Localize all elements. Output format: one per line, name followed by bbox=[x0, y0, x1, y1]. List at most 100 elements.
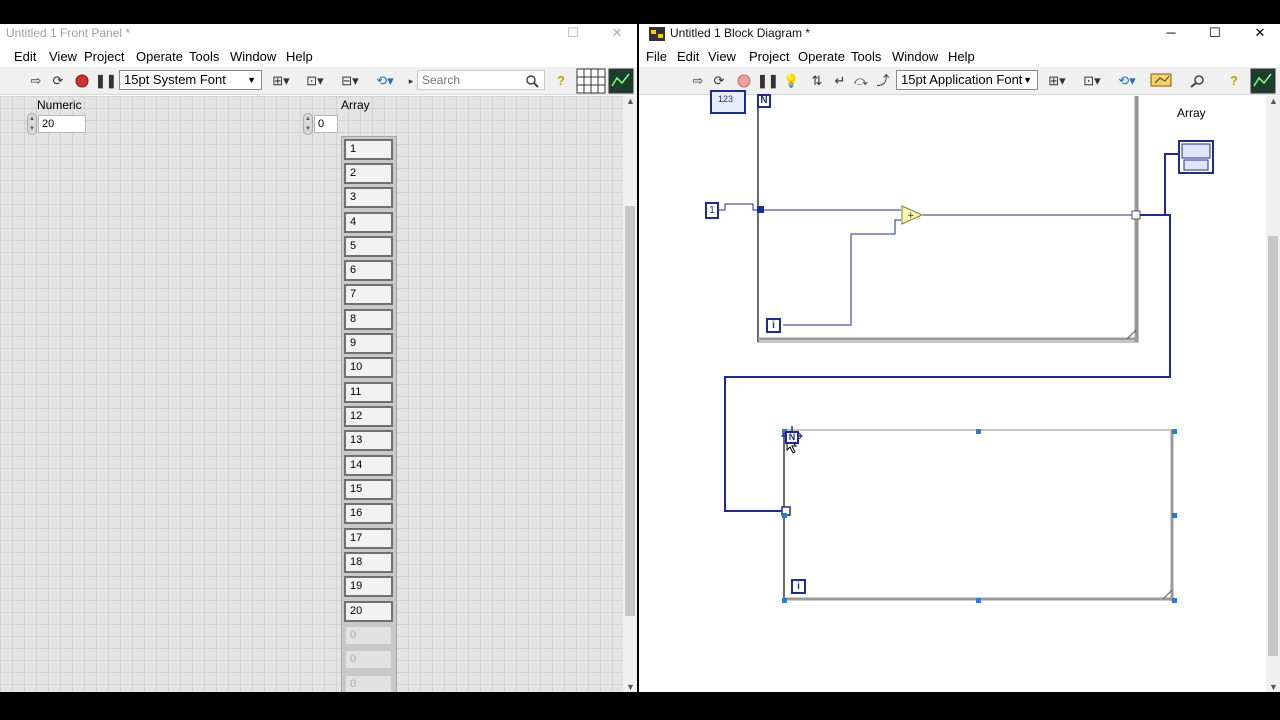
iteration-terminal[interactable]: i bbox=[766, 318, 781, 333]
array-element[interactable]: 14 bbox=[344, 455, 393, 476]
menu-edit[interactable]: Edit bbox=[14, 49, 36, 64]
numeric-increment-icon[interactable]: ▲ ▼ bbox=[27, 113, 37, 135]
scroll-down-icon[interactable]: ▼ bbox=[1269, 682, 1278, 692]
scroll-thumb[interactable] bbox=[625, 206, 635, 616]
abort-icon[interactable] bbox=[73, 72, 91, 90]
array-element[interactable]: 12 bbox=[344, 406, 393, 427]
reorder-icon[interactable]: ⟲▾ bbox=[372, 72, 398, 90]
distribute-objects-icon[interactable]: ⊡▾ bbox=[302, 72, 328, 90]
array-element-empty[interactable]: 0 bbox=[344, 649, 393, 670]
menu-help[interactable]: Help bbox=[286, 49, 313, 64]
iteration-terminal[interactable]: i bbox=[791, 579, 806, 594]
array-label: Array bbox=[341, 98, 370, 112]
clean-up-diagram-icon[interactable] bbox=[1149, 72, 1173, 90]
vi-icon[interactable] bbox=[1249, 68, 1277, 94]
array-element[interactable]: 4 bbox=[344, 212, 393, 233]
close-button[interactable]: ✕ bbox=[594, 24, 637, 44]
menu-operate[interactable]: Operate bbox=[136, 49, 183, 64]
array-element[interactable]: 13 bbox=[344, 430, 393, 451]
array-element[interactable]: 8 bbox=[344, 309, 393, 330]
array-indicator-icon[interactable] bbox=[1178, 140, 1214, 174]
array-index-display[interactable]: 0 bbox=[314, 115, 338, 133]
array-element[interactable]: 17 bbox=[344, 528, 393, 549]
distribute-objects-icon[interactable]: ⊡▾ bbox=[1079, 72, 1105, 90]
loop-count-terminal[interactable]: N bbox=[785, 431, 799, 444]
array-element[interactable]: 5 bbox=[344, 236, 393, 257]
scroll-up-icon[interactable]: ▲ bbox=[1269, 96, 1278, 106]
search-placeholder: Search bbox=[422, 73, 461, 87]
menu-operate[interactable]: Operate bbox=[798, 49, 845, 64]
array-element[interactable]: 15 bbox=[344, 479, 393, 500]
block-diagram-window: Untitled 1 Block Diagram * ─ ☐ ✕ File Ed… bbox=[639, 24, 1280, 692]
loop-count-terminal[interactable]: N bbox=[757, 94, 771, 108]
magnifier-icon[interactable] bbox=[1187, 72, 1209, 90]
run-arrow-icon[interactable]: ⇨ bbox=[690, 72, 706, 90]
minimize-button[interactable]: ─ bbox=[1148, 24, 1194, 44]
menu-window[interactable]: Window bbox=[892, 49, 938, 64]
toolbar-overflow-icon[interactable]: ▸ bbox=[406, 72, 416, 90]
close-button[interactable]: ✕ bbox=[1237, 24, 1280, 44]
step-into-icon[interactable]: ↵ bbox=[831, 72, 849, 90]
array-element[interactable]: 2 bbox=[344, 163, 393, 184]
array-element[interactable]: 1 bbox=[344, 139, 393, 160]
array-element[interactable]: 10 bbox=[344, 357, 393, 378]
menu-view[interactable]: View bbox=[49, 49, 77, 64]
array-element[interactable]: 16 bbox=[344, 503, 393, 524]
maximize-button[interactable]: ☐ bbox=[550, 24, 596, 44]
reorder-icon[interactable]: ⟲▾ bbox=[1114, 72, 1140, 90]
array-element[interactable]: 19 bbox=[344, 576, 393, 597]
array-element[interactable]: 9 bbox=[344, 333, 393, 354]
run-continuously-icon[interactable]: ⟳ bbox=[49, 72, 67, 90]
array-element[interactable]: 18 bbox=[344, 552, 393, 573]
array-element-empty[interactable]: 0 bbox=[344, 625, 393, 646]
connector-pane-icon[interactable] bbox=[575, 68, 607, 94]
menu-project[interactable]: Project bbox=[749, 49, 789, 64]
pause-icon[interactable]: ❚❚ bbox=[95, 72, 117, 90]
numeric-control[interactable]: 20 bbox=[38, 115, 86, 133]
block-diagram-vertical-scrollbar[interactable]: ▲ ▼ bbox=[1266, 96, 1280, 692]
menu-tools[interactable]: Tools bbox=[189, 49, 219, 64]
block-diagram-menubar: File Edit View Project Operate Tools Win… bbox=[639, 45, 1280, 67]
pause-icon[interactable]: ❚❚ bbox=[757, 72, 779, 90]
menu-tools[interactable]: Tools bbox=[851, 49, 881, 64]
array-index-spinner-icon[interactable]: ▲ ▼ bbox=[303, 113, 313, 135]
abort-icon[interactable] bbox=[735, 72, 753, 90]
menu-edit[interactable]: Edit bbox=[677, 49, 699, 64]
align-objects-icon[interactable]: ⊞▾ bbox=[268, 72, 294, 90]
array-element[interactable]: 11 bbox=[344, 382, 393, 403]
font-select[interactable]: 15pt System Font ▼ bbox=[119, 70, 262, 90]
add-function-icon[interactable]: + bbox=[900, 204, 924, 226]
array-element[interactable]: 20 bbox=[344, 601, 393, 622]
run-continuously-icon[interactable]: ⟳ bbox=[710, 72, 728, 90]
menu-help[interactable]: Help bbox=[948, 49, 975, 64]
align-objects-icon[interactable]: ⊞▾ bbox=[1044, 72, 1070, 90]
step-out-icon[interactable]: ⤴ bbox=[874, 72, 892, 90]
menu-view[interactable]: View bbox=[708, 49, 736, 64]
array-element[interactable]: 6 bbox=[344, 260, 393, 281]
array-element[interactable]: 3 bbox=[344, 187, 393, 208]
font-select[interactable]: 15pt Application Font ▼ bbox=[896, 70, 1038, 90]
highlight-execution-icon[interactable]: 💡 bbox=[783, 72, 799, 90]
step-over-icon[interactable]: ⤼ bbox=[852, 72, 870, 90]
menu-file[interactable]: File bbox=[646, 49, 667, 64]
front-panel-vertical-scrollbar[interactable]: ▲ ▼ bbox=[623, 96, 637, 692]
magnifier-icon[interactable] bbox=[524, 72, 540, 90]
maximize-button[interactable]: ☐ bbox=[1192, 24, 1238, 44]
scroll-down-icon[interactable]: ▼ bbox=[626, 682, 635, 692]
array-element-empty[interactable]: 0 bbox=[344, 674, 393, 692]
menu-window[interactable]: Window bbox=[230, 49, 276, 64]
help-icon[interactable]: ? bbox=[1226, 72, 1242, 90]
retain-wire-values-icon[interactable]: ⇅ bbox=[807, 72, 827, 90]
numeric-terminal[interactable]: 123 bbox=[710, 90, 746, 114]
front-panel-canvas[interactable]: Numeric ▲ ▼ 20 Array ▲ ▼ 0 1 2 3 4 5 6 7 8… bbox=[0, 96, 624, 692]
numeric-constant[interactable]: 1 bbox=[705, 202, 719, 219]
help-icon[interactable]: ? bbox=[553, 72, 569, 90]
resize-objects-icon[interactable]: ⊟▾ bbox=[337, 72, 363, 90]
scroll-up-icon[interactable]: ▲ bbox=[626, 96, 635, 106]
menu-project[interactable]: Project bbox=[84, 49, 124, 64]
scroll-thumb[interactable] bbox=[1268, 236, 1278, 656]
vi-icon[interactable] bbox=[608, 68, 634, 94]
run-arrow-icon[interactable]: ⇨ bbox=[28, 72, 44, 90]
block-diagram-canvas[interactable]: 123 N 1 + i Array N i bbox=[639, 90, 1267, 692]
array-element[interactable]: 7 bbox=[344, 284, 393, 305]
